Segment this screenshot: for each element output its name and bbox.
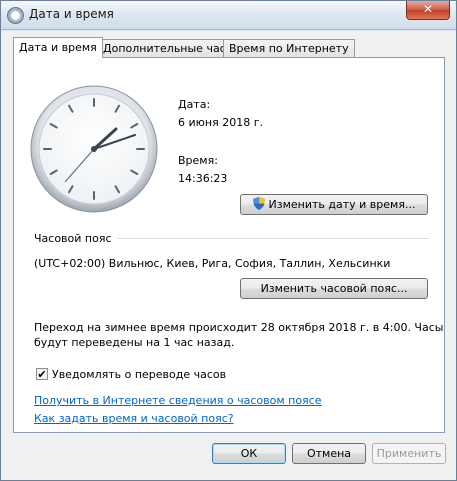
change-date-time-button[interactable]: Изменить дату и время... <box>240 194 428 215</box>
ok-button[interactable]: ОК <box>212 443 286 464</box>
timezone-online-info-link[interactable]: Получить в Интернете сведения о часовом … <box>34 394 322 407</box>
apply-button[interactable]: Применить <box>372 443 446 464</box>
notify-dst-checkbox[interactable]: ✔ <box>36 368 48 380</box>
time-value: 14:36:23 <box>178 172 228 185</box>
dst-info-line1: Переход на зимнее время происходит 28 ок… <box>34 321 444 334</box>
change-timezone-button[interactable]: Изменить часовой пояс... <box>240 278 428 299</box>
analog-clock-icon <box>30 85 158 213</box>
dst-info-line2: будут переведены на 1 час назад. <box>34 336 235 349</box>
cancel-button[interactable]: Отмена <box>292 443 366 464</box>
timezone-value: (UTC+02:00) Вильнюс, Киев, Рига, София, … <box>34 257 391 270</box>
title-bar[interactable]: Дата и время ✕ <box>1 1 456 30</box>
change-date-time-label: Изменить дату и время... <box>268 198 416 211</box>
notify-dst-label[interactable]: Уведомлять о переводе часов <box>52 368 226 381</box>
time-label: Время: <box>178 154 218 167</box>
uac-shield-icon <box>252 197 265 210</box>
date-time-dialog: Дата и время ✕ Дата и время Дополнительн… <box>0 0 457 481</box>
tab-date-time[interactable]: Дата и время <box>13 37 103 58</box>
timezone-separator <box>117 238 429 239</box>
tab-additional-clocks[interactable]: Дополнительные часы <box>97 39 241 57</box>
date-label: Дата: <box>178 98 211 111</box>
clock-app-icon <box>7 7 24 24</box>
how-to-set-time-link[interactable]: Как задать время и часовой пояс? <box>34 412 234 425</box>
timezone-section-label: Часовой пояс <box>34 232 112 245</box>
date-value: 6 июня 2018 г. <box>178 116 263 129</box>
close-button[interactable]: ✕ <box>406 1 450 20</box>
tab-internet-time[interactable]: Время по Интернету <box>223 39 355 57</box>
window-title: Дата и время <box>29 7 114 21</box>
